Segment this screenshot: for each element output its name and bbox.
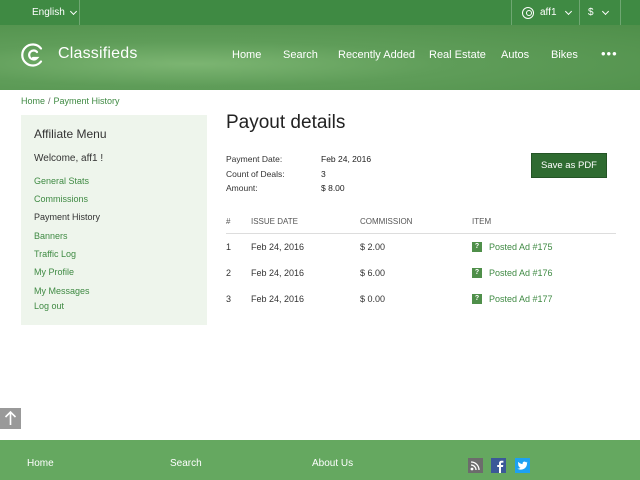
row-number: 3 (226, 294, 232, 304)
question-icon[interactable]: ? (472, 242, 482, 252)
row-item-link[interactable]: Posted Ad #175 (489, 242, 553, 252)
logo-icon[interactable] (20, 42, 46, 68)
language-selector[interactable]: English (18, 0, 80, 25)
row-item-link[interactable]: Posted Ad #177 (489, 294, 553, 304)
sidebar-item-banners[interactable]: Banners (34, 231, 68, 241)
column-header-issue-date: ISSUE DATE (251, 217, 298, 226)
sidebar-item-log-out[interactable]: Log out (34, 301, 64, 311)
chevron-down-icon (69, 7, 77, 15)
nav-bikes[interactable]: Bikes (551, 49, 578, 61)
row-issue-date: Feb 24, 2016 (251, 294, 305, 304)
count-of-deals-value: 3 (321, 169, 326, 179)
row-item-link[interactable]: Posted Ad #176 (489, 268, 553, 278)
twitter-icon[interactable] (515, 458, 530, 473)
nav-autos[interactable]: Autos (501, 49, 529, 61)
affiliate-sidebar: Affiliate Menu Welcome, aff1 ! General S… (21, 115, 207, 325)
nav-real-estate[interactable]: Real Estate (429, 49, 486, 61)
amount-value: $ 8.00 (321, 183, 345, 193)
sidebar-item-commissions[interactable]: Commissions (34, 194, 88, 204)
chevron-down-icon (564, 7, 572, 15)
user-menu[interactable]: aff1 (511, 0, 579, 25)
footer-link-home[interactable]: Home (27, 458, 54, 469)
column-header-commission: COMMISSION (360, 217, 413, 226)
rss-icon[interactable] (468, 458, 483, 473)
footer-link-about-us[interactable]: About Us (312, 458, 353, 469)
payment-date-label: Payment Date: (226, 154, 283, 164)
row-issue-date: Feb 24, 2016 (251, 268, 305, 278)
top-utility-bar: English aff1 $ (0, 0, 640, 25)
breadcrumb: Home / Payment History (21, 96, 120, 106)
question-icon[interactable]: ? (472, 268, 482, 278)
arrow-up-icon (4, 410, 17, 425)
sidebar-item-payment-history[interactable]: Payment History (34, 212, 100, 222)
row-commission: $ 6.00 (360, 268, 386, 278)
breadcrumb-home[interactable]: Home (21, 96, 45, 106)
column-header-number: # (226, 217, 231, 226)
nav-home[interactable]: Home (232, 49, 261, 61)
row-number: 2 (226, 268, 232, 278)
footer-link-search[interactable]: Search (170, 458, 202, 469)
username-label: aff1 (540, 7, 557, 18)
count-of-deals-label: Count of Deals: (226, 169, 285, 179)
row-issue-date: Feb 24, 2016 (251, 242, 305, 252)
question-icon[interactable]: ? (472, 294, 482, 304)
table-header-divider (226, 233, 616, 234)
nav-recently-added[interactable]: Recently Added (338, 49, 415, 61)
facebook-icon[interactable] (491, 458, 506, 473)
row-number: 1 (226, 242, 232, 252)
user-icon (522, 6, 534, 19)
sidebar-title: Affiliate Menu (34, 127, 107, 141)
column-header-item: ITEM (472, 217, 492, 226)
site-header: Classifieds Home Search Recently Added R… (0, 25, 640, 90)
sidebar-item-general-stats[interactable]: General Stats (34, 176, 89, 186)
language-label: English (32, 7, 65, 18)
site-footer: Home Search About Us (0, 440, 640, 480)
row-commission: $ 2.00 (360, 242, 386, 252)
brand-name[interactable]: Classifieds (58, 45, 138, 63)
sidebar-welcome: Welcome, aff1 ! (34, 153, 104, 164)
chevron-down-icon (601, 7, 609, 15)
breadcrumb-current[interactable]: Payment History (54, 96, 120, 106)
page-title: Payout details (226, 112, 346, 133)
row-commission: $ 0.00 (360, 294, 386, 304)
scroll-to-top-button[interactable] (0, 408, 21, 429)
more-menu-icon[interactable]: ••• (601, 46, 618, 61)
nav-search[interactable]: Search (283, 49, 318, 61)
sidebar-item-my-profile[interactable]: My Profile (34, 267, 74, 277)
amount-label: Amount: (226, 183, 258, 193)
currency-selector[interactable]: $ (579, 0, 621, 25)
sidebar-item-traffic-log[interactable]: Traffic Log (34, 249, 76, 259)
sidebar-item-my-messages[interactable]: My Messages (34, 286, 90, 296)
save-as-pdf-button[interactable]: Save as PDF (531, 153, 607, 178)
currency-label: $ (588, 7, 594, 18)
breadcrumb-separator: / (48, 96, 51, 106)
payment-date-value: Feb 24, 2016 (321, 154, 372, 164)
